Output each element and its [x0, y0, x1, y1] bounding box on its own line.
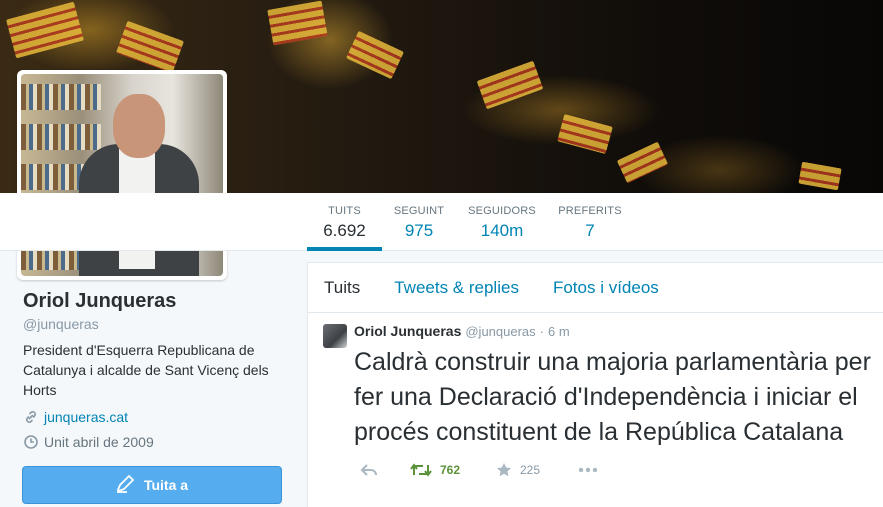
- stat-label: SEGUIDORS: [468, 205, 536, 217]
- stat-label: PREFERITS: [558, 205, 622, 217]
- more-button[interactable]: [578, 467, 598, 473]
- tweet-header: Oriol Junqueras @junqueras · 6 m: [354, 323, 869, 339]
- profile-joined-row: Unit abril de 2009: [23, 434, 154, 450]
- stat-value: 6.692: [323, 221, 366, 240]
- tweet-separator: ·: [539, 324, 544, 339]
- banner-flag: [6, 1, 84, 59]
- stat-following[interactable]: SEGUINT 975: [388, 193, 450, 251]
- tweet-author-handle[interactable]: @junqueras: [465, 324, 535, 339]
- tweet-author-name[interactable]: Oriol Junqueras: [354, 323, 461, 339]
- link-icon: [23, 410, 38, 425]
- tab-photos-videos[interactable]: Fotos i vídeos: [553, 278, 659, 298]
- tweet-avatar[interactable]: [323, 324, 347, 348]
- profile-handle[interactable]: @junqueras: [23, 316, 99, 332]
- profile-joined-text: Unit abril de 2009: [44, 434, 154, 450]
- stat-favorites[interactable]: PREFERITS 7: [552, 193, 628, 251]
- tweet-text: Caldrà construir una majoria parlamentàr…: [354, 348, 871, 446]
- bookshelf: [21, 124, 101, 150]
- more-icon: [578, 467, 598, 473]
- profile-bio: President d'Esquerra Republicana de Cata…: [23, 342, 269, 398]
- timeline-tabs: Tuits Tweets & replies Fotos i vídeos: [308, 263, 883, 313]
- reply-icon: [360, 464, 377, 476]
- banner-flag: [115, 20, 185, 74]
- retweet-icon: [410, 463, 432, 477]
- profile-url-row: junqueras.cat: [23, 409, 128, 425]
- person-head: [113, 94, 165, 158]
- banner-flag: [557, 114, 613, 154]
- stat-tweets[interactable]: TUITS 6.692: [307, 193, 382, 251]
- tweet-to-button[interactable]: Tuita a: [22, 466, 282, 504]
- stat-label: SEGUINT: [393, 205, 445, 217]
- banner-flag: [267, 0, 328, 46]
- profile-name[interactable]: Oriol Junqueras: [23, 290, 176, 313]
- stat-followers[interactable]: SEGUIDORS 140m: [462, 193, 542, 251]
- tab-tweets-replies[interactable]: Tweets & replies: [394, 278, 519, 298]
- tweet-item[interactable]: Oriol Junqueras @junqueras · 6 m Caldrà …: [308, 313, 883, 478]
- star-icon: [497, 463, 511, 477]
- stat-value: 7: [585, 221, 595, 240]
- stat-value: 140m: [480, 221, 524, 240]
- tweet-actions: 762 225: [360, 462, 869, 478]
- banner-flag: [476, 60, 544, 110]
- clock-icon: [23, 435, 38, 450]
- compose-icon: [116, 474, 136, 496]
- profile-url-link[interactable]: junqueras.cat: [44, 409, 128, 425]
- banner-flag: [616, 141, 669, 184]
- favorite-button[interactable]: 225: [496, 462, 578, 478]
- profile-nav: TUITS 6.692 SEGUINT 975 SEGUIDORS 140m P…: [0, 193, 883, 251]
- timeline: Tuits Tweets & replies Fotos i vídeos Or…: [307, 262, 883, 507]
- banner-flag: [798, 161, 842, 191]
- banner-flag: [346, 30, 404, 80]
- tweet-to-label: Tuita a: [143, 477, 189, 493]
- reply-button[interactable]: [360, 463, 410, 477]
- favorite-count: 225: [520, 463, 541, 477]
- stat-value: 975: [404, 221, 434, 240]
- bookshelf: [21, 84, 101, 110]
- stat-label: TUITS: [328, 205, 361, 217]
- tab-tweets[interactable]: Tuits: [324, 278, 360, 298]
- tweet-timestamp[interactable]: 6 m: [548, 324, 570, 339]
- retweet-count: 762: [440, 463, 461, 477]
- retweet-button[interactable]: 762: [410, 463, 496, 477]
